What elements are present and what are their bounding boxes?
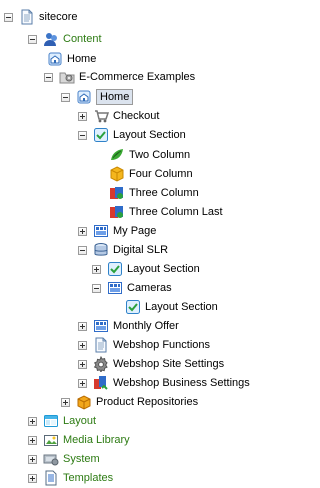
tree-label-home-top[interactable]: Home <box>67 50 96 68</box>
two-column-icon <box>111 149 123 160</box>
document-icon <box>95 337 107 353</box>
tree-label-webshop-functions[interactable]: Webshop Functions <box>113 336 210 354</box>
tree-label-three-column[interactable]: Three Column <box>129 184 199 202</box>
tree-node-my-page[interactable]: My Page <box>78 222 156 240</box>
expand-toggle[interactable] <box>28 435 37 445</box>
home-icon <box>48 52 62 66</box>
tree-node-cameras-layout-section[interactable]: Layout Section <box>125 298 218 316</box>
tree-label-ecommerce-examples[interactable]: E-Commerce Examples <box>79 68 195 86</box>
tree-node-cameras[interactable]: Cameras <box>92 279 172 297</box>
tree-label-cameras[interactable]: Cameras <box>127 279 172 297</box>
media-library-icon <box>44 435 58 446</box>
tree-node-checkout[interactable]: Checkout <box>78 107 159 125</box>
tree-label-monthly-offer[interactable]: Monthly Offer <box>113 317 179 335</box>
collapse-toggle[interactable] <box>78 245 87 255</box>
tree-node-webshop-site-settings[interactable]: Webshop Site Settings <box>78 355 224 373</box>
tree-node-sitecore[interactable]: sitecore <box>4 8 78 26</box>
document-icon <box>21 9 33 25</box>
tree-label-layout-section[interactable]: Layout Section <box>113 126 186 144</box>
expand-toggle[interactable] <box>78 378 87 388</box>
tree-node-four-column[interactable]: Four Column <box>109 165 193 183</box>
tree-label-product-repositories[interactable]: Product Repositories <box>96 393 198 411</box>
expand-toggle[interactable] <box>28 454 37 464</box>
folder-gears-icon <box>59 72 75 84</box>
tree-node-product-repositories[interactable]: Product Repositories <box>61 393 198 411</box>
tree-label-checkout[interactable]: Checkout <box>113 107 159 125</box>
system-icon <box>43 454 59 466</box>
collapse-toggle[interactable] <box>44 72 53 82</box>
tree-node-ecommerce-examples[interactable]: E-Commerce Examples <box>44 68 195 86</box>
tree-node-home[interactable]: Home <box>61 88 134 106</box>
tree-node-webshop-business-settings[interactable]: Webshop Business Settings <box>78 374 250 392</box>
content-people-icon <box>44 33 57 46</box>
expand-toggle[interactable] <box>92 264 101 274</box>
tree-label-content[interactable]: Content <box>63 30 102 48</box>
business-settings-icon <box>94 376 108 390</box>
tree-label-cameras-layout-section[interactable]: Layout Section <box>145 298 218 316</box>
tree-label-templates[interactable]: Templates <box>63 469 113 487</box>
tree-node-media-library[interactable]: Media Library <box>28 431 130 449</box>
tree-node-layout-section[interactable]: Layout Section <box>78 126 186 144</box>
settings-gear-icon <box>93 356 108 372</box>
layout-section-icon <box>108 262 122 276</box>
tree-label-webshop-site-settings[interactable]: Webshop Site Settings <box>113 355 224 373</box>
tree-label-digital-slr[interactable]: Digital SLR <box>113 241 168 259</box>
expand-toggle[interactable] <box>78 226 87 236</box>
tree-label-home-selected[interactable]: Home <box>96 89 134 105</box>
tree-node-content[interactable]: Content <box>28 30 102 48</box>
three-column-icon <box>110 206 123 218</box>
collapse-toggle[interactable] <box>92 283 101 293</box>
tree-label-system[interactable]: System <box>63 450 100 468</box>
tree-node-three-column-last[interactable]: Three Column Last <box>109 203 223 221</box>
tree-node-two-column[interactable]: Two Column <box>109 146 190 164</box>
expand-toggle[interactable] <box>78 111 87 121</box>
tree-label-dslr-layout-section[interactable]: Layout Section <box>127 260 200 278</box>
tree-node-three-column[interactable]: Three Column <box>109 184 199 202</box>
grid-page-icon <box>94 225 108 237</box>
content-tree: sitecore Content Home E-Commerce Example… <box>0 0 287 488</box>
tree-label-my-page[interactable]: My Page <box>113 222 156 240</box>
three-column-icon <box>110 187 123 199</box>
tree-node-system[interactable]: System <box>28 450 100 468</box>
templates-icon <box>45 470 57 486</box>
database-icon <box>94 243 108 256</box>
expand-toggle[interactable] <box>78 321 87 331</box>
tree-label-four-column[interactable]: Four Column <box>129 165 193 183</box>
tree-node-layout[interactable]: Layout <box>28 412 96 430</box>
expand-toggle[interactable] <box>28 473 37 483</box>
expand-toggle[interactable] <box>78 359 87 369</box>
tree-node-templates[interactable]: Templates <box>28 469 113 487</box>
tree-label-three-column-last[interactable]: Three Column Last <box>129 203 223 221</box>
tree-label-media-library[interactable]: Media Library <box>63 431 130 449</box>
collapse-toggle[interactable] <box>28 34 37 44</box>
expand-toggle[interactable] <box>61 397 70 407</box>
collapse-toggle[interactable] <box>4 12 13 22</box>
tree-label-sitecore[interactable]: sitecore <box>39 8 78 26</box>
expand-toggle[interactable] <box>78 340 87 350</box>
home-icon <box>77 90 91 104</box>
tree-node-home-top[interactable]: Home <box>47 50 96 68</box>
tree-node-monthly-offer[interactable]: Monthly Offer <box>78 317 179 335</box>
expand-toggle[interactable] <box>28 416 37 426</box>
grid-page-icon <box>94 320 108 332</box>
layout-icon <box>44 415 58 427</box>
box-icon <box>77 395 91 410</box>
tree-node-webshop-functions[interactable]: Webshop Functions <box>78 336 210 354</box>
tree-node-dslr-layout-section[interactable]: Layout Section <box>92 260 200 278</box>
layout-section-icon <box>126 300 140 314</box>
cube-icon <box>110 166 124 182</box>
cart-icon <box>95 110 109 123</box>
tree-node-digital-slr[interactable]: Digital SLR <box>78 241 168 259</box>
grid-page-icon <box>108 282 122 294</box>
layout-section-icon <box>94 128 108 142</box>
tree-label-layout[interactable]: Layout <box>63 412 96 430</box>
collapse-toggle[interactable] <box>78 130 87 140</box>
tree-label-webshop-business-settings[interactable]: Webshop Business Settings <box>113 374 250 392</box>
collapse-toggle[interactable] <box>61 92 70 102</box>
tree-label-two-column[interactable]: Two Column <box>129 146 190 164</box>
